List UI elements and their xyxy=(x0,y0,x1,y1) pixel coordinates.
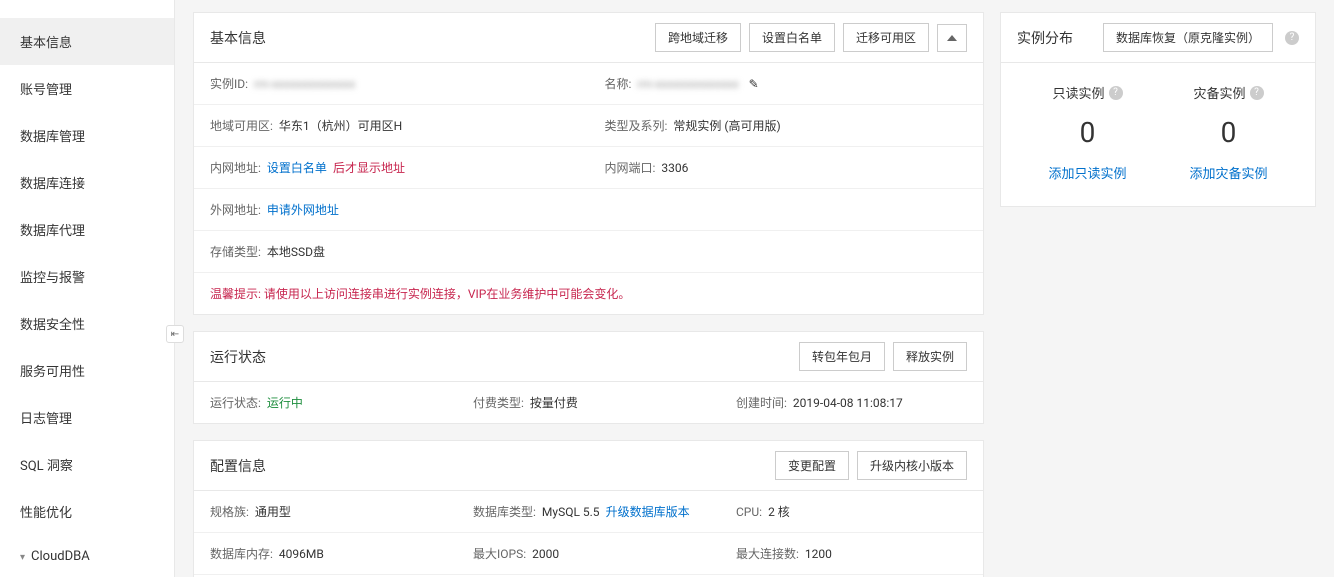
readonly-count: 0 xyxy=(1017,116,1158,149)
sidebar-item-logs[interactable]: 日志管理 xyxy=(0,394,174,441)
created-value: 2019-04-08 11:08:17 xyxy=(793,396,903,410)
mem-value: 4096MB xyxy=(279,547,324,561)
status-label: 运行状态: xyxy=(210,394,261,411)
disaster-help-icon[interactable]: ? xyxy=(1250,86,1264,100)
upgrade-kernel-button[interactable]: 升级内核小版本 xyxy=(857,451,967,480)
status-value: 运行中 xyxy=(267,394,303,411)
billing-value: 按量付费 xyxy=(530,394,578,411)
iops-value: 2000 xyxy=(532,547,559,561)
warning-label: 温馨提示: xyxy=(210,287,261,301)
intranet-addr-after: 后才显示地址 xyxy=(333,159,405,176)
conn-label: 最大连接数: xyxy=(736,545,799,562)
whitelist-button[interactable]: 设置白名单 xyxy=(749,23,835,52)
type-value: 常规实例 (高可用版) xyxy=(673,117,780,134)
family-value: 通用型 xyxy=(255,503,291,520)
edit-name-icon[interactable]: ✎ xyxy=(749,77,759,91)
add-readonly-link[interactable]: 添加只读实例 xyxy=(1017,163,1158,182)
type-label: 类型及系列: xyxy=(605,117,668,134)
distribution-panel: 实例分布 数据库恢复（原克隆实例） ? 只读实例 ? 0 添加只读实例 xyxy=(1000,12,1316,207)
sidebar-item-performance[interactable]: 性能优化 xyxy=(0,488,174,535)
name-value: rm-xxxxxxxxxxxxxx xyxy=(637,77,738,91)
intranet-port-value: 3306 xyxy=(661,161,688,175)
sidebar-item-database[interactable]: 数据库管理 xyxy=(0,112,174,159)
sidebar-item-basic-info[interactable]: 基本信息 xyxy=(0,18,174,65)
db-type-value: MySQL 5.5 xyxy=(542,505,600,519)
internet-addr-link[interactable]: 申请外网地址 xyxy=(267,201,339,218)
basic-info-title: 基本信息 xyxy=(210,28,266,48)
name-label: 名称: xyxy=(605,75,632,92)
change-config-button[interactable]: 变更配置 xyxy=(775,451,849,480)
instance-id-label: 实例ID: xyxy=(210,75,248,92)
config-title: 配置信息 xyxy=(210,456,266,476)
internet-addr-label: 外网地址: xyxy=(210,201,261,218)
mem-label: 数据库内存: xyxy=(210,545,273,562)
sidebar-item-account[interactable]: 账号管理 xyxy=(0,65,174,112)
cpu-label: CPU: xyxy=(736,505,762,519)
db-type-label: 数据库类型: xyxy=(473,503,536,520)
subscribe-button[interactable]: 转包年包月 xyxy=(799,342,885,371)
config-panel: 配置信息 变更配置 升级内核小版本 规格族: 通用型 数据库类型: MySQL … xyxy=(193,440,984,577)
release-button[interactable]: 释放实例 xyxy=(893,342,967,371)
storage-value: 本地SSD盘 xyxy=(267,243,325,260)
migrate-region-button[interactable]: 跨地域迁移 xyxy=(655,23,741,52)
readonly-help-icon[interactable]: ? xyxy=(1109,86,1123,100)
sidebar-item-connection[interactable]: 数据库连接 xyxy=(0,159,174,206)
distribution-title: 实例分布 xyxy=(1017,28,1073,48)
sidebar: 基本信息 账号管理 数据库管理 数据库连接 数据库代理 监控与报警 数据安全性 … xyxy=(0,0,175,577)
billing-label: 付费类型: xyxy=(473,394,524,411)
migrate-zone-button[interactable]: 迁移可用区 xyxy=(843,23,929,52)
sidebar-item-clouddba[interactable]: CloudDBA xyxy=(0,535,174,577)
disaster-label: 灾备实例 ? xyxy=(1158,83,1299,102)
sidebar-item-proxy[interactable]: 数据库代理 xyxy=(0,206,174,253)
restore-db-button[interactable]: 数据库恢复（原克隆实例） xyxy=(1103,23,1273,52)
collapse-panel-icon[interactable] xyxy=(937,24,967,52)
intranet-port-label: 内网端口: xyxy=(605,159,656,176)
region-value: 华东1（杭州）可用区H xyxy=(279,117,402,134)
help-icon[interactable]: ? xyxy=(1285,31,1299,45)
instance-id-value: rm-xxxxxxxxxxxxxx xyxy=(254,77,355,91)
basic-info-panel: 基本信息 跨地域迁移 设置白名单 迁移可用区 实例ID: rm-xxxxxxxx… xyxy=(193,12,984,315)
sidebar-item-security[interactable]: 数据安全性 xyxy=(0,300,174,347)
cpu-value: 2 核 xyxy=(768,503,790,520)
status-title: 运行状态 xyxy=(210,347,266,367)
sidebar-collapse-button[interactable]: ⇤ xyxy=(166,325,184,343)
region-label: 地域可用区: xyxy=(210,117,273,134)
family-label: 规格族: xyxy=(210,503,249,520)
status-panel: 运行状态 转包年包月 释放实例 运行状态: 运行中 付费类型: 按量付费 创建时… xyxy=(193,331,984,424)
sidebar-item-monitor[interactable]: 监控与报警 xyxy=(0,253,174,300)
iops-label: 最大IOPS: xyxy=(473,545,526,562)
sidebar-item-sql-insight[interactable]: SQL 洞察 xyxy=(0,441,174,488)
warning-row: 温馨提示: 请使用以上访问连接串进行实例连接，VIP在业务维护中可能会变化。 xyxy=(194,273,983,314)
upgrade-db-link[interactable]: 升级数据库版本 xyxy=(606,503,690,520)
conn-value: 1200 xyxy=(805,547,832,561)
warning-text: 请使用以上访问连接串进行实例连接，VIP在业务维护中可能会变化。 xyxy=(264,287,630,301)
disaster-count: 0 xyxy=(1158,116,1299,149)
readonly-label: 只读实例 ? xyxy=(1017,83,1158,102)
intranet-addr-label: 内网地址: xyxy=(210,159,261,176)
add-disaster-link[interactable]: 添加灾备实例 xyxy=(1158,163,1299,182)
intranet-whitelist-link[interactable]: 设置白名单 xyxy=(267,159,327,176)
created-label: 创建时间: xyxy=(736,394,787,411)
sidebar-item-availability[interactable]: 服务可用性 xyxy=(0,347,174,394)
storage-label: 存储类型: xyxy=(210,243,261,260)
